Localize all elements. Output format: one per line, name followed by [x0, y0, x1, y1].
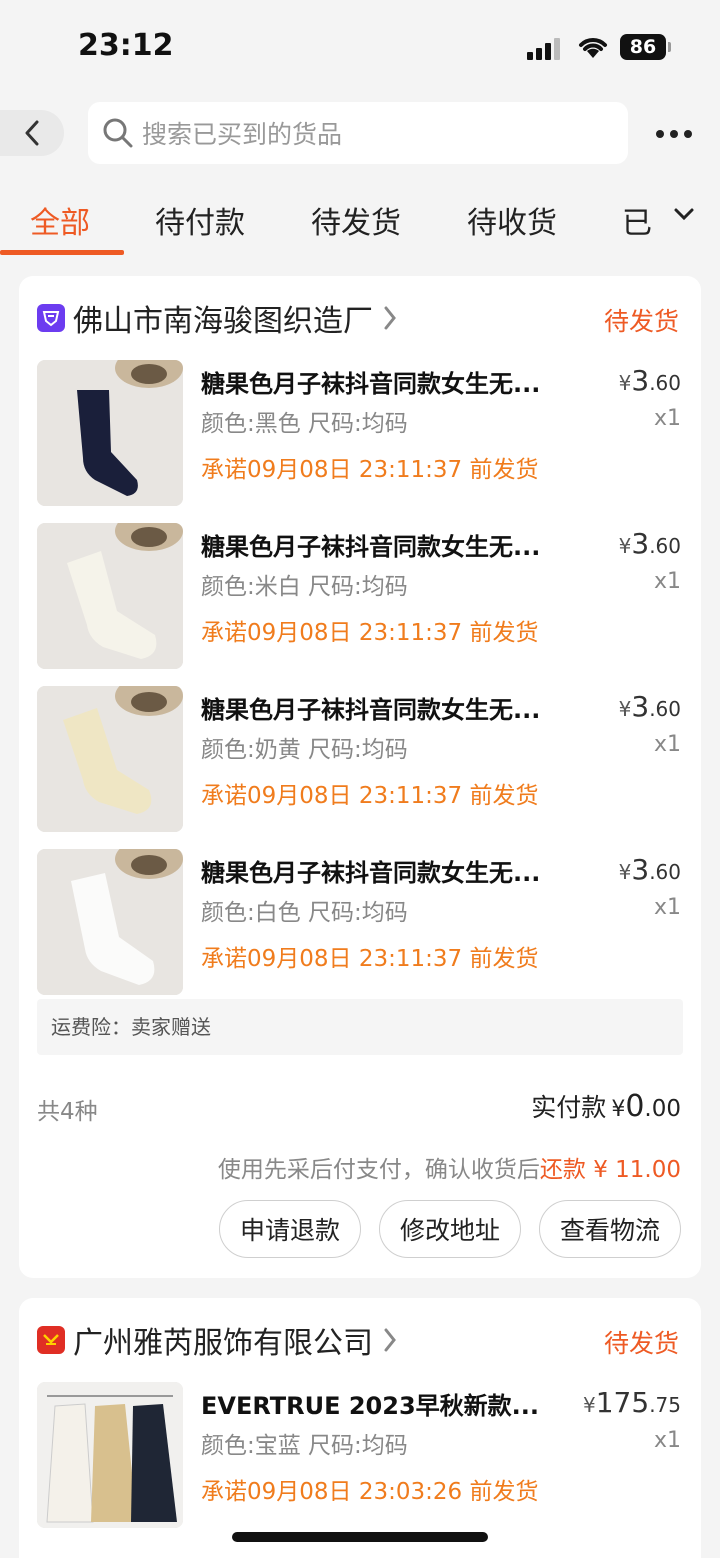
tab-pending-payment[interactable]: 待付款	[155, 198, 245, 242]
order-item[interactable]: 糖果色月子袜抖音同款女生无... 颜色:奶黄 尺码:均码 承诺09月08日 23…	[37, 686, 683, 832]
product-quantity: x1	[653, 569, 681, 594]
chevron-down-icon[interactable]	[672, 206, 696, 222]
wifi-icon	[579, 38, 607, 58]
order-item[interactable]: EVERTRUE 2023早秋新款... 颜色:宝蓝 尺码:均码 承诺09月08…	[37, 1382, 683, 1528]
repayment-amount: 还款 ¥ 11.00	[539, 1157, 681, 1183]
modify-address-button[interactable]: 修改地址	[378, 1200, 521, 1258]
product-title: 糖果色月子袜抖音同款女生无...	[201, 696, 541, 724]
shipping-promise: 承诺09月08日 23:03:26 前发货	[201, 1479, 539, 1505]
product-price: ¥3.60	[618, 364, 681, 397]
order-card[interactable]: 佛山市南海骏图织造厂 待发货 糖果色月子袜抖音同款女生无... 颜色:黑色 尺码…	[19, 276, 701, 1278]
order-item[interactable]: 糖果色月子袜抖音同款女生无... 颜色:白色 尺码:均码 承诺09月08日 23…	[37, 849, 683, 995]
product-spec: 颜色:奶黄 尺码:均码	[201, 737, 408, 763]
product-spec: 颜色:宝蓝 尺码:均码	[201, 1433, 408, 1459]
order-status: 待发货	[603, 1329, 679, 1358]
shipping-promise: 承诺09月08日 23:11:37 前发货	[201, 457, 539, 483]
product-quantity: x1	[653, 406, 681, 431]
product-price: ¥3.60	[618, 690, 681, 723]
view-logistics-button[interactable]: 查看物流	[538, 1200, 681, 1258]
shipping-promise: 承诺09月08日 23:11:37 前发货	[201, 620, 539, 646]
search-input[interactable]: 搜索已买到的货品	[88, 102, 628, 164]
shop-header[interactable]: 广州雅芮服饰有限公司	[37, 1320, 397, 1361]
order-card[interactable]: 广州雅芮服饰有限公司 待发货 EVERTRUE 2023早秋新款... 颜色:宝…	[19, 1298, 701, 1558]
status-time: 23:12	[78, 28, 174, 63]
product-thumbnail	[37, 849, 183, 995]
product-price: ¥3.60	[618, 527, 681, 560]
item-count: 共4种	[37, 1099, 98, 1125]
more-dot-icon	[684, 130, 692, 138]
product-spec: 颜色:黑色 尺码:均码	[201, 411, 408, 437]
shipping-insurance-note: 运费险：卖家赠送	[37, 999, 683, 1055]
active-tab-indicator	[0, 250, 124, 255]
paid-amount: 实付款 ¥0.00	[531, 1089, 681, 1124]
search-header: 搜索已买到的货品	[0, 100, 720, 166]
shop-header[interactable]: 佛山市南海骏图织造厂	[37, 298, 397, 339]
home-indicator	[232, 1532, 488, 1542]
cellular-signal-icon	[527, 38, 563, 60]
product-title: 糖果色月子袜抖音同款女生无...	[201, 370, 541, 398]
product-thumbnail	[37, 523, 183, 669]
tab-completed[interactable]: 已	[622, 198, 652, 242]
product-quantity: x1	[653, 895, 681, 920]
product-price: ¥3.60	[618, 853, 681, 886]
chevron-left-icon	[25, 120, 39, 146]
tab-pending-shipment[interactable]: 待发货	[311, 198, 401, 242]
shield-icon	[42, 311, 60, 327]
shipping-promise: 承诺09月08日 23:11:37 前发货	[201, 946, 539, 972]
chevron-right-icon	[384, 1328, 396, 1352]
shop-logo-icon	[37, 1326, 65, 1354]
store-icon	[43, 1334, 59, 1345]
product-thumbnail	[37, 360, 183, 506]
more-options-button[interactable]	[656, 130, 692, 138]
shop-name: 广州雅芮服饰有限公司	[73, 1326, 373, 1361]
order-status: 待发货	[603, 307, 679, 336]
more-dot-icon	[670, 130, 678, 138]
product-title: 糖果色月子袜抖音同款女生无...	[201, 533, 541, 561]
order-item[interactable]: 糖果色月子袜抖音同款女生无... 颜色:黑色 尺码:均码 承诺09月08日 23…	[37, 360, 683, 506]
product-thumbnail	[37, 1382, 183, 1528]
request-refund-button[interactable]: 申请退款	[218, 1200, 361, 1258]
battery-tip	[668, 42, 671, 52]
tab-pending-receipt[interactable]: 待收货	[467, 198, 557, 242]
product-quantity: x1	[653, 1428, 681, 1453]
shipping-promise: 承诺09月08日 23:11:37 前发货	[201, 783, 539, 809]
chevron-right-icon	[384, 306, 396, 330]
shop-logo-icon	[37, 304, 65, 332]
battery-icon: 86	[620, 34, 666, 60]
product-price: ¥175.75	[583, 1386, 681, 1419]
more-dot-icon	[656, 130, 664, 138]
product-quantity: x1	[653, 732, 681, 757]
product-spec: 颜色:白色 尺码:均码	[201, 900, 408, 926]
order-actions: 申请退款 修改地址 查看物流	[218, 1200, 681, 1258]
order-item[interactable]: 糖果色月子袜抖音同款女生无... 颜色:米白 尺码:均码 承诺09月08日 23…	[37, 523, 683, 669]
product-title: 糖果色月子袜抖音同款女生无...	[201, 859, 541, 887]
back-button[interactable]	[0, 110, 64, 156]
tab-all[interactable]: 全部	[30, 198, 90, 242]
product-title: EVERTRUE 2023早秋新款...	[201, 1392, 540, 1420]
order-tabs: 全部 待付款 待发货 待收货 已	[0, 188, 720, 256]
search-placeholder: 搜索已买到的货品	[142, 120, 343, 149]
product-spec: 颜色:米白 尺码:均码	[201, 574, 408, 600]
status-bar: 23:12 86	[0, 0, 720, 95]
shop-name: 佛山市南海骏图织造厂	[73, 304, 373, 339]
pay-later-note: 使用先采后付支付，确认收货后还款 ¥ 11.00	[217, 1157, 681, 1183]
product-thumbnail	[37, 686, 183, 832]
search-icon	[103, 118, 133, 148]
